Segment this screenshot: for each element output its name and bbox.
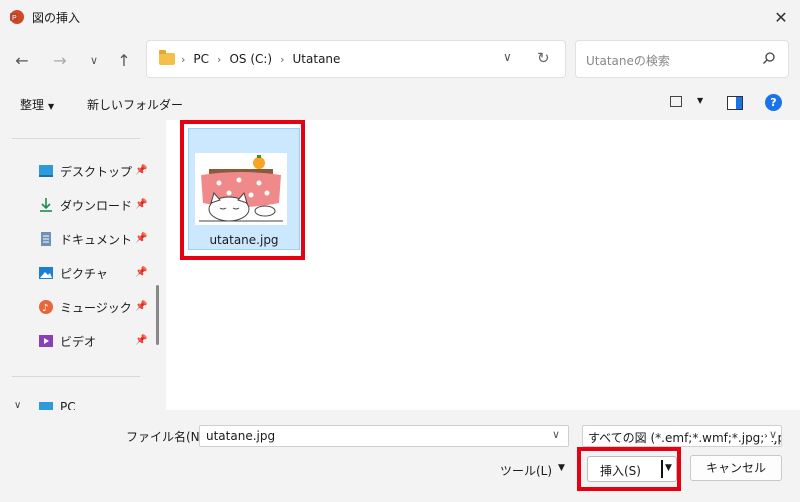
pin-icon[interactable]: 📌 [135, 165, 147, 176]
address-bar[interactable]: › PC › OS (C:) › Utatane ∨ ↻ [146, 40, 566, 78]
video-icon [39, 335, 53, 347]
close-icon: ✕ [774, 7, 788, 27]
sidebar-item-label: ダウンロード [60, 198, 133, 213]
sidebar-divider [12, 376, 140, 377]
view-caret-icon[interactable]: ▼ [697, 96, 703, 105]
powerpoint-icon: P [10, 10, 24, 24]
search-icon[interactable] [762, 51, 776, 65]
sidebar-item-music[interactable]: ♪ ミュージック [38, 296, 148, 318]
pin-icon[interactable]: 📌 [135, 267, 147, 278]
sidebar-item-label: ビデオ [60, 334, 97, 349]
organize-button[interactable]: 整理 ▼ [20, 96, 54, 113]
sidebar-item-pictures[interactable]: ピクチャ [38, 262, 148, 284]
filename-label: ファイル名(N): [126, 430, 209, 444]
search-input[interactable]: Utataneの検索 [586, 52, 670, 69]
sidebar-item-label: PC [60, 400, 76, 410]
back-button[interactable]: ← [10, 48, 34, 72]
tools-button[interactable]: ツール(L) [500, 462, 552, 479]
sidebar-item-pc[interactable]: PC [38, 396, 148, 410]
chevron-down-icon[interactable]: ∨ [767, 428, 778, 441]
sidebar-item-label: ドキュメント [60, 232, 133, 247]
window-title: 図の挿入 [32, 11, 81, 25]
caret-down-icon[interactable]: ▼ [665, 463, 672, 473]
pictures-icon [39, 267, 53, 279]
recent-locations-button[interactable]: ∨ [82, 48, 106, 72]
breadcrumb-pc[interactable]: PC [193, 52, 209, 66]
chevron-down-icon: ∨ [89, 53, 99, 67]
svg-text:♪: ♪ [42, 303, 48, 314]
pin-icon[interactable]: 📌 [135, 301, 147, 312]
chevron-right-icon: › [181, 52, 186, 66]
forward-button[interactable]: → [48, 48, 72, 72]
pin-icon[interactable]: 📌 [135, 199, 147, 210]
sidebar-item-desktop[interactable]: デスクトップ [38, 160, 148, 182]
svg-text:P: P [12, 15, 17, 22]
breadcrumb: › PC › OS (C:) › Utatane [181, 52, 340, 66]
close-button[interactable]: ✕ [762, 0, 800, 34]
filename-input[interactable]: utatane.jpg ∨ [199, 425, 569, 447]
download-icon [40, 198, 52, 212]
breadcrumb-folder[interactable]: Utatane [293, 52, 341, 66]
filename-value: utatane.jpg [206, 429, 276, 443]
sidebar-item-videos[interactable]: ビデオ [38, 330, 148, 352]
expand-chevron-icon[interactable]: ∨ [14, 400, 21, 410]
sidebar-item-label: ミュージック [60, 300, 132, 315]
arrow-right-icon: → [53, 50, 67, 70]
preview-pane-icon[interactable] [727, 96, 743, 110]
sidebar-scrollbar[interactable] [156, 285, 159, 345]
pin-icon[interactable]: 📌 [135, 335, 147, 346]
file-type-value: すべての図 (*.emf;*.wmf;*.jpg;*.jp [588, 431, 782, 445]
new-folder-button[interactable]: 新しいフォルダー [87, 96, 183, 113]
pc-icon [39, 402, 53, 410]
insert-highlight-annotation: 挿入(S) ▼ [577, 447, 681, 491]
help-icon[interactable]: ? [765, 94, 782, 111]
sidebar-item-documents[interactable]: ドキュメント [38, 228, 148, 250]
arrow-left-icon: ← [15, 50, 29, 70]
desktop-icon [39, 165, 53, 177]
sidebar-divider [12, 138, 140, 139]
insert-button[interactable]: 挿入(S) ▼ [587, 456, 677, 482]
command-bar: 整理 ▼ 新しいフォルダー ▼ [0, 88, 800, 118]
pin-icon[interactable]: 📌 [135, 233, 147, 244]
chevron-right-icon: › [217, 52, 222, 66]
title-bar: P 図の挿入 ✕ [0, 0, 800, 34]
search-box[interactable]: Utataneの検索 [575, 40, 789, 78]
refresh-icon[interactable]: ↻ [537, 49, 550, 67]
sidebar-item-label: デスクトップ [60, 164, 133, 179]
chevron-down-icon[interactable]: ∨ [552, 428, 560, 441]
caret-down-icon: ▼ [48, 102, 55, 111]
file-type-select[interactable]: すべての図 (*.emf;*.wmf;*.jpg;*.jp ∨ [582, 425, 782, 447]
caret-down-icon[interactable]: ▼ [558, 463, 565, 473]
view-mode-icon[interactable] [670, 96, 682, 107]
arrow-up-icon: ↑ [117, 50, 131, 70]
split-divider [661, 460, 663, 478]
cancel-button[interactable]: キャンセル [690, 455, 782, 481]
breadcrumb-drive[interactable]: OS (C:) [229, 52, 272, 66]
chevron-right-icon: › [280, 52, 285, 66]
file-highlight-annotation [180, 120, 305, 260]
folder-icon [159, 50, 175, 65]
organize-label: 整理 [20, 98, 45, 112]
sidebar-item-label: ピクチャ [60, 266, 108, 281]
insert-label: 挿入(S) [600, 464, 641, 478]
music-icon: ♪ [39, 300, 53, 314]
navigation-pane: デスクトップ 📌 ダウンロード 📌 ドキュメント 📌 ピクチャ 📌 ♪ ミュージ… [0, 120, 166, 410]
address-dropdown-icon[interactable]: ∨ [503, 50, 512, 64]
sidebar-item-downloads[interactable]: ダウンロード [38, 194, 148, 216]
up-button[interactable]: ↑ [112, 48, 136, 72]
document-icon [41, 232, 51, 246]
